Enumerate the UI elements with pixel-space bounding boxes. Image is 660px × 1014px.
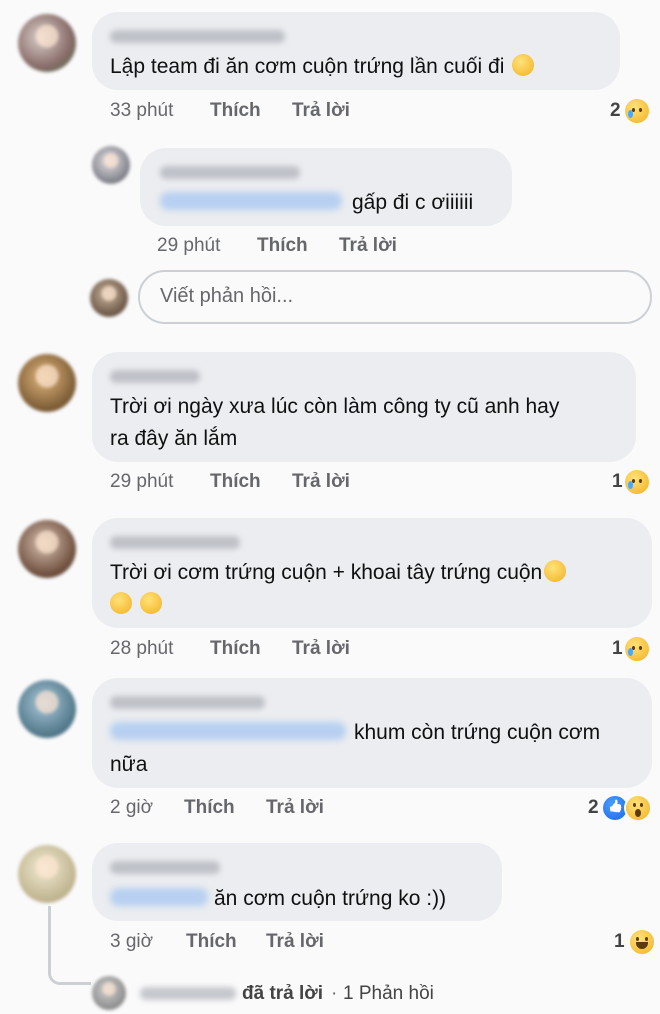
avatar[interactable] [18, 680, 76, 738]
sad-face-icon[interactable] [625, 470, 649, 494]
tagged-user[interactable] [110, 722, 346, 740]
comment-text: gấp đi c ơiiiiii [352, 191, 474, 214]
comment-time[interactable]: 2 giờ [110, 797, 153, 819]
reaction-count[interactable]: 1 [612, 471, 623, 493]
haha-face-icon[interactable] [630, 930, 654, 954]
tagged-user[interactable] [160, 192, 342, 210]
avatar[interactable] [92, 146, 130, 184]
sad-face-icon[interactable] [625, 99, 649, 123]
comment-time[interactable]: 28 phút [110, 638, 173, 660]
wow-face-icon[interactable] [626, 796, 650, 820]
comment-text: Trời ơi cơm trứng cuộn + khoai tây trứng… [110, 556, 567, 590]
like-button[interactable]: Thích [210, 471, 261, 493]
like-button[interactable]: Thích [184, 797, 235, 819]
reaction-count[interactable]: 2 [610, 100, 621, 122]
avatar[interactable] [18, 354, 76, 412]
like-button[interactable]: Thích [186, 931, 237, 953]
comment-text: Lập team đi ăn cơm cuộn trứng lần cuối đ… [110, 50, 535, 84]
sad-face-icon [110, 592, 132, 614]
avatar[interactable] [18, 14, 76, 72]
commenter-name[interactable] [110, 696, 265, 709]
like-button[interactable]: Thích [257, 235, 308, 257]
commenter-name[interactable] [160, 166, 300, 179]
weary-face-icon [512, 54, 535, 76]
reply-button[interactable]: Trả lời [339, 235, 397, 257]
commenter-name[interactable] [110, 861, 220, 874]
comment-time[interactable]: 33 phút [110, 100, 173, 122]
comment-emoji-line [110, 588, 162, 622]
reaction-count[interactable]: 1 [612, 638, 623, 660]
comment-time[interactable]: 29 phút [110, 471, 173, 493]
replier-name[interactable] [140, 987, 236, 1000]
comment-text: nữa [110, 753, 148, 776]
reply-button[interactable]: Trả lời [266, 931, 324, 953]
like-button[interactable]: Thích [210, 100, 261, 122]
replied-action[interactable]: đã trả lời [242, 983, 323, 1005]
comment-text: ra đây ăn lắm [110, 427, 238, 450]
comment-text: Trời ơi ngày xưa lúc còn làm công ty cũ … [110, 395, 560, 418]
reply-button[interactable]: Trả lời [292, 100, 350, 122]
avatar[interactable] [18, 520, 76, 578]
reply-button[interactable]: Trả lời [292, 638, 350, 660]
sad-face-icon[interactable] [625, 637, 649, 661]
sad-face-icon [139, 592, 162, 614]
thread-connector [48, 906, 91, 985]
comment-text: ăn cơm cuộn trứng ko :)) [214, 887, 447, 910]
reaction-count[interactable]: 1 [614, 931, 625, 953]
reply-count[interactable]: 1 Phản hồi [343, 983, 434, 1005]
comment-time[interactable]: 3 giờ [110, 931, 153, 953]
like-button[interactable]: Thích [210, 638, 261, 660]
sad-face-icon [544, 560, 567, 582]
tagged-user[interactable] [110, 888, 208, 906]
commenter-name[interactable] [110, 370, 200, 383]
separator: · [331, 983, 338, 1004]
commenter-name[interactable] [110, 536, 240, 549]
comment-time[interactable]: 29 phút [157, 235, 220, 257]
commenter-name[interactable] [110, 30, 285, 43]
current-user-avatar[interactable] [90, 279, 128, 317]
avatar[interactable] [92, 976, 126, 1010]
reply-button[interactable]: Trả lời [292, 471, 350, 493]
reaction-count[interactable]: 2 [588, 797, 599, 819]
like-icon[interactable] [603, 796, 627, 820]
comment-text: khum còn trứng cuộn cơm [354, 721, 601, 744]
reply-button[interactable]: Trả lời [266, 797, 324, 819]
reply-input[interactable]: Viết phản hồi... [138, 270, 652, 324]
avatar[interactable] [18, 845, 76, 903]
